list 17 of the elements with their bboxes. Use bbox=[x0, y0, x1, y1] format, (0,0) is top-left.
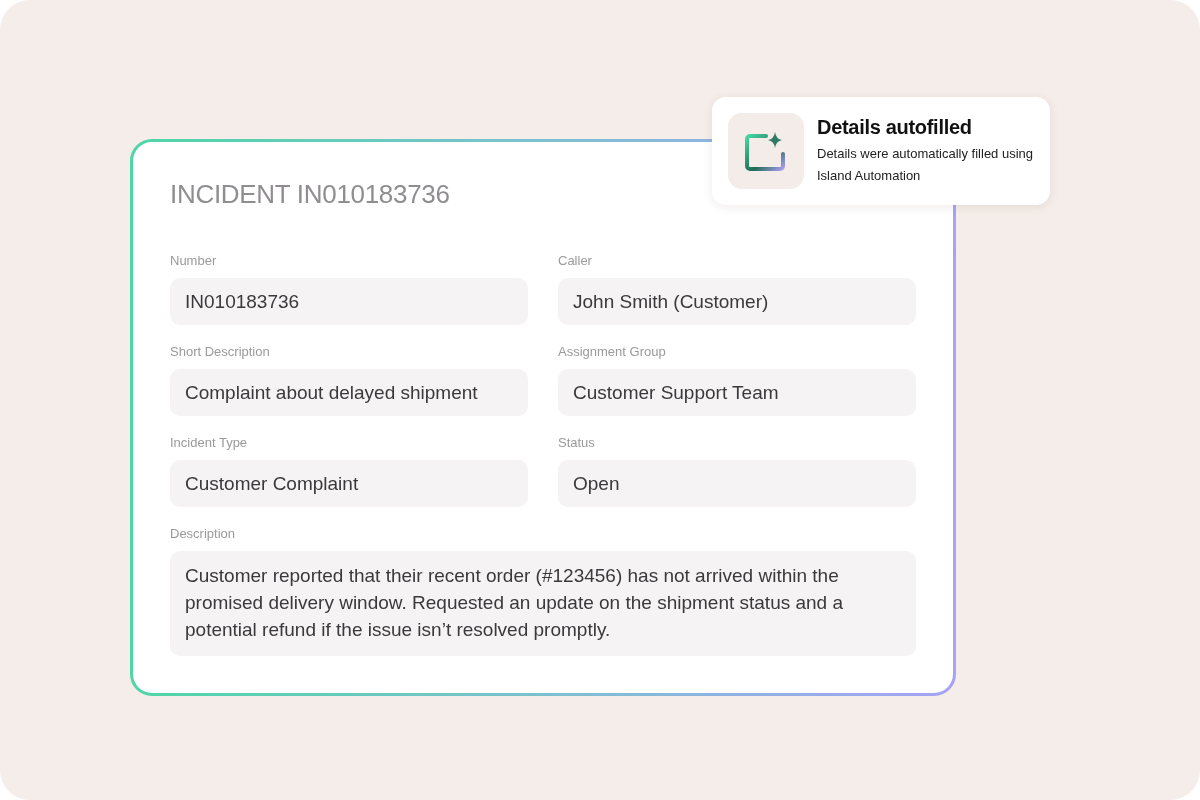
field-label: Short Description bbox=[170, 344, 271, 360]
input-field[interactable]: Complaint about delayed shipment bbox=[170, 369, 528, 416]
input-field[interactable]: John Smith (Customer) bbox=[558, 278, 916, 325]
input-field[interactable]: IN010183736 bbox=[170, 278, 528, 325]
field-label: Description bbox=[170, 526, 237, 542]
input-field[interactable]: Customer Support Team bbox=[558, 369, 916, 416]
description-field[interactable]: Customer reported that their recent order (#123456) has not arrived within the promised delivery window. Requested an update on the shipment status and a potential refund if the issue isn’t resolved promptly. bbox=[170, 551, 916, 656]
incident-title: INCIDENT IN010183736 bbox=[170, 178, 451, 210]
field-label: Incident Type bbox=[170, 435, 249, 451]
field-label: Status bbox=[558, 435, 596, 451]
input-field[interactable]: Open bbox=[558, 460, 916, 507]
field-label: Caller bbox=[558, 253, 593, 269]
field-label: Number bbox=[170, 253, 218, 269]
field-label: Assignment Group bbox=[558, 344, 667, 360]
toast-title: Details autofilled bbox=[817, 115, 973, 139]
input-field[interactable]: Customer Complaint bbox=[170, 460, 528, 507]
toast-message: Details were automatically filled using Island Automation bbox=[817, 144, 1034, 185]
